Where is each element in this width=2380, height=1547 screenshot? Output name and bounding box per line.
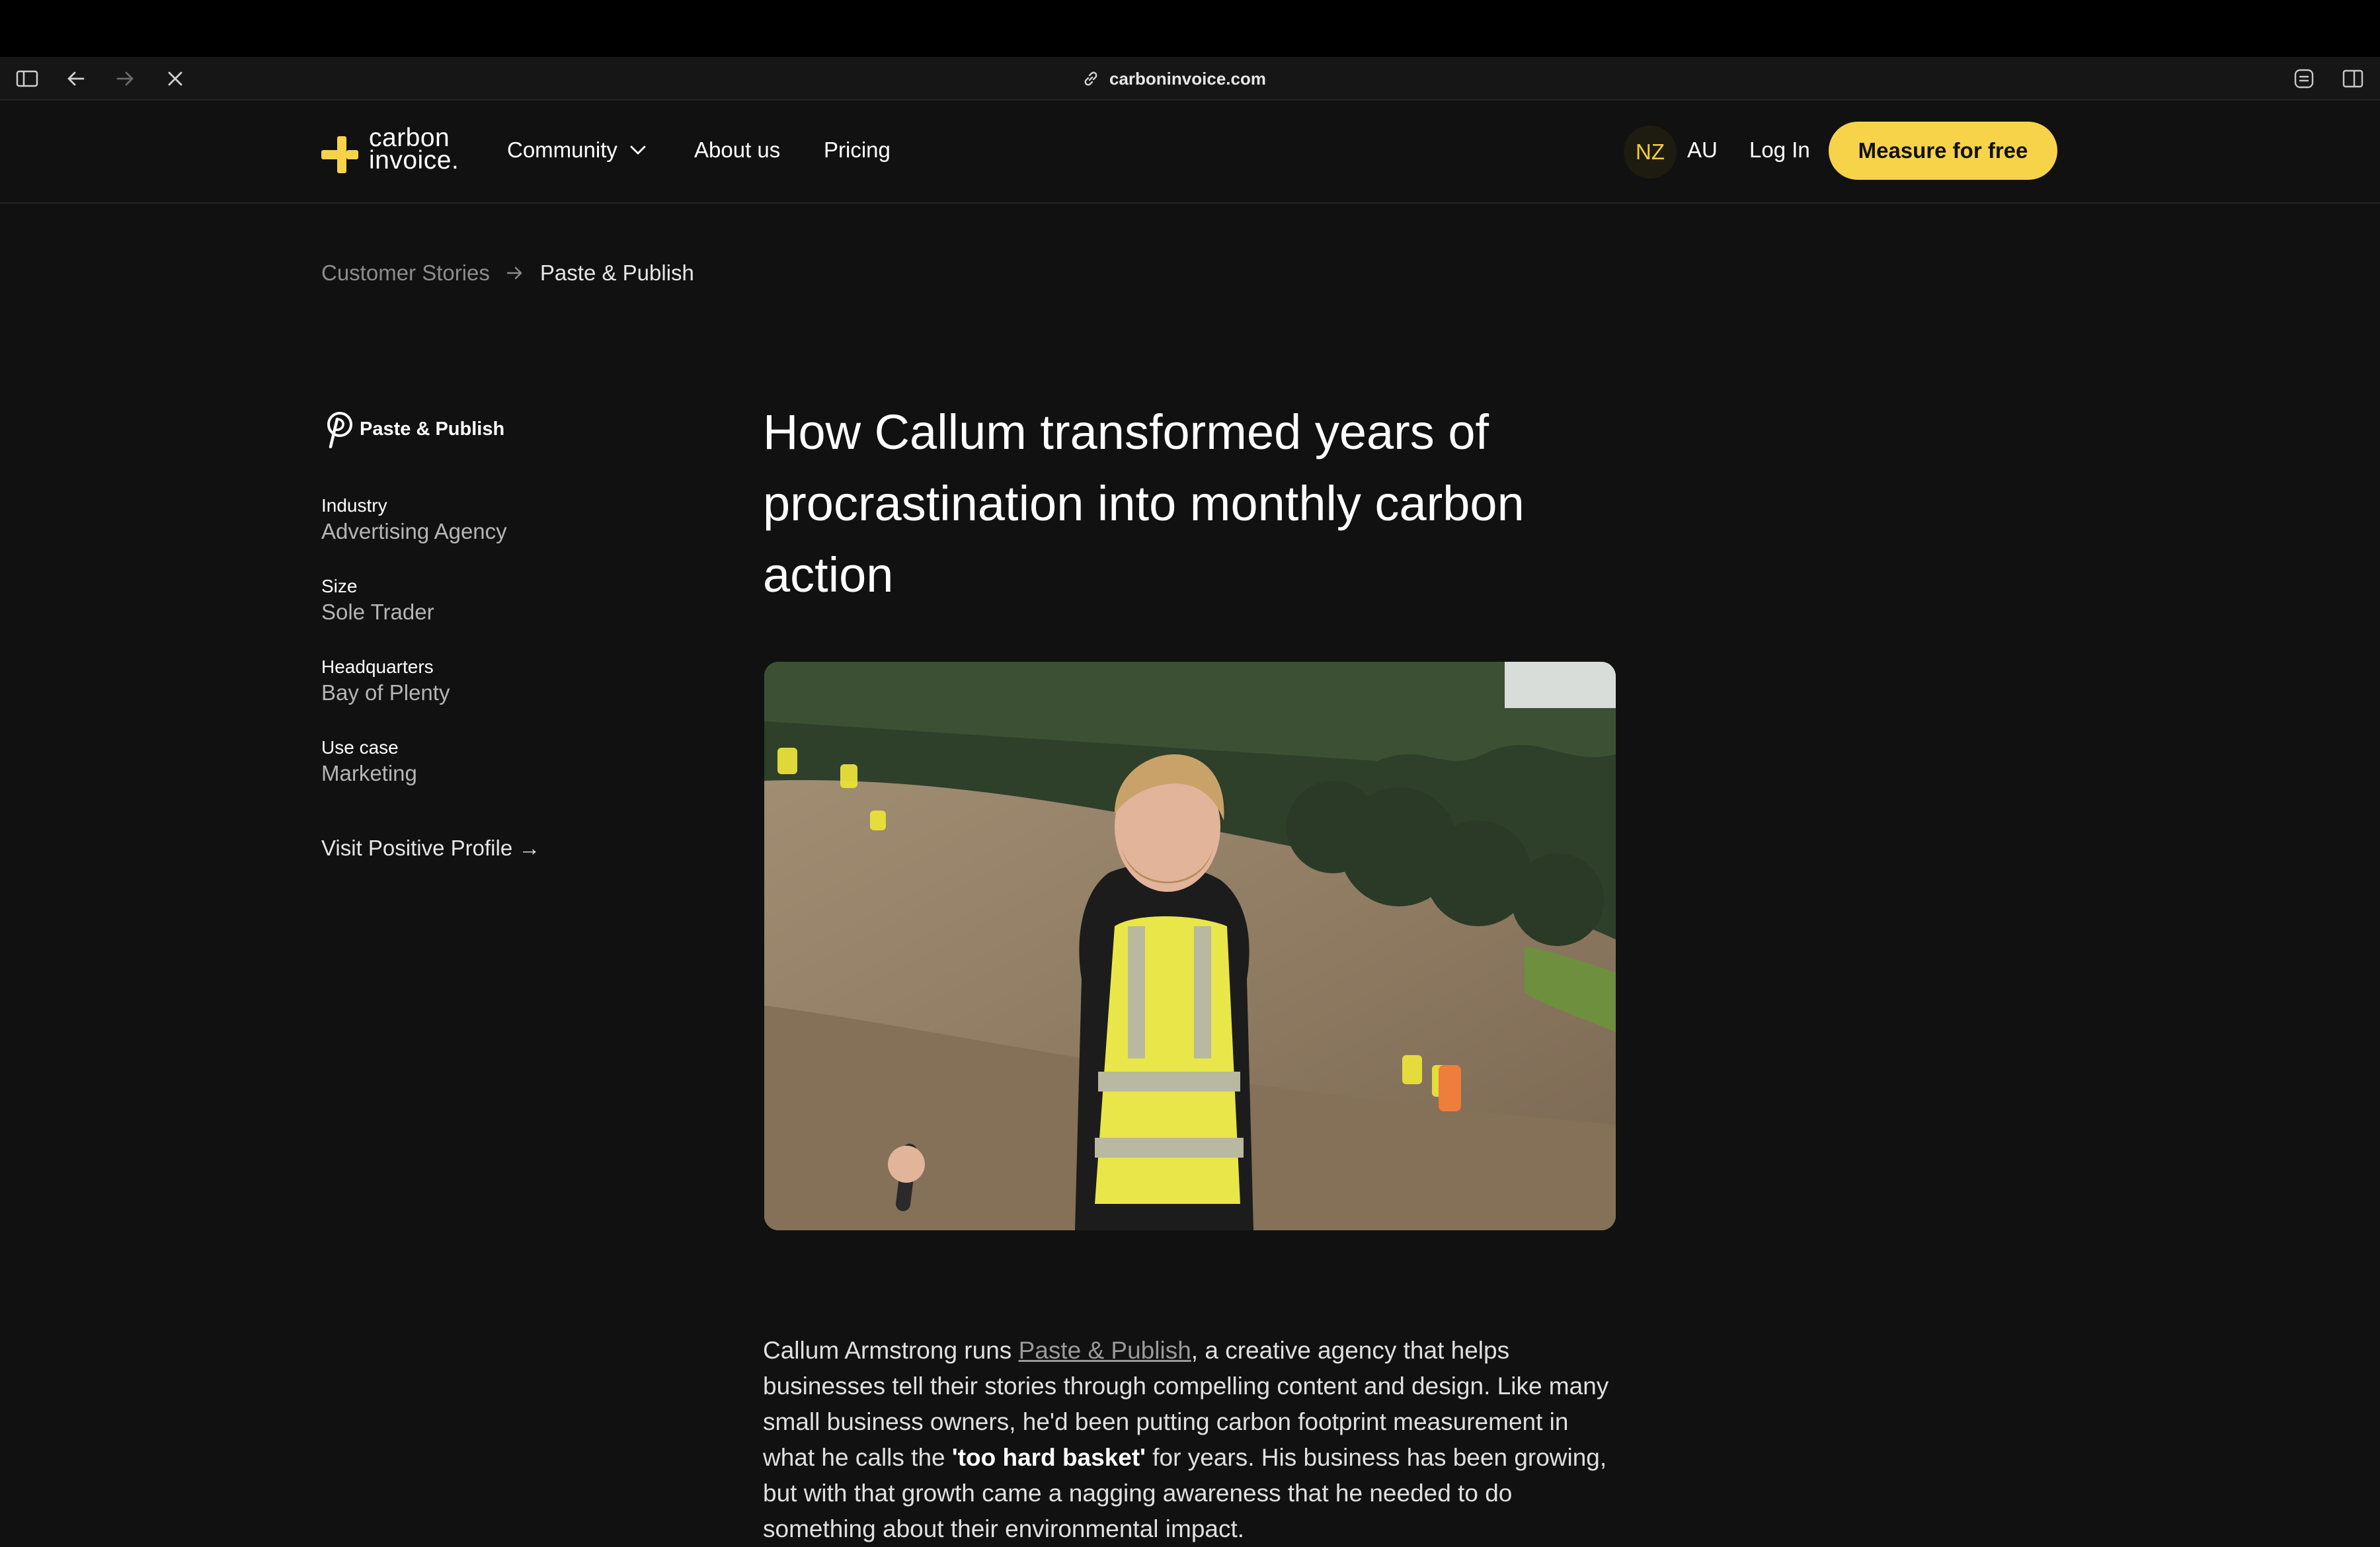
intro-emphasis: 'too hard basket' bbox=[951, 1444, 1146, 1471]
plus-logo-icon bbox=[321, 136, 358, 173]
extension-icon[interactable] bbox=[2290, 65, 2318, 93]
stop-loading-icon[interactable] bbox=[161, 65, 189, 93]
article-title: How Callum transformed years of procrast… bbox=[763, 405, 1525, 602]
carbon-invoice-logo[interactable]: carbon invoice. bbox=[321, 125, 473, 177]
address-bar[interactable]: carboninvoice.com bbox=[1082, 67, 1266, 90]
paste-publish-link[interactable]: Paste & Publish bbox=[1019, 1337, 1191, 1364]
meta-value: Sole Trader bbox=[321, 600, 434, 624]
logo-wordmark: carbon invoice. bbox=[369, 125, 459, 175]
region-au-toggle[interactable]: AU bbox=[1687, 138, 1718, 163]
paste-publish-p-icon bbox=[327, 412, 352, 448]
meta-headquarters: Headquarters Bay of Plenty bbox=[321, 656, 692, 707]
article-intro: Callum Armstrong runs Paste & Publish, a… bbox=[763, 1333, 1622, 1547]
meta-label: Industry bbox=[321, 495, 387, 516]
sidebar-toggle-icon[interactable] bbox=[13, 65, 41, 93]
meta-value: Bay of Plenty bbox=[321, 680, 450, 705]
nav-about-link[interactable]: About us bbox=[694, 138, 780, 163]
measure-for-free-button[interactable]: Measure for free bbox=[1829, 122, 2057, 180]
visit-positive-profile-link[interactable]: Visit Positive Profile → bbox=[321, 836, 540, 861]
company-logo: Paste & Publish bbox=[321, 410, 504, 448]
intro-text-1: Callum Armstrong runs bbox=[763, 1337, 1019, 1364]
logo-line-2: invoice. bbox=[369, 146, 459, 175]
breadcrumb-current: Paste & Publish bbox=[539, 260, 694, 285]
link-icon bbox=[1084, 71, 1097, 86]
meta-size: Size Sole Trader bbox=[321, 575, 692, 627]
meta-label: Size bbox=[321, 576, 358, 596]
window-top-bar bbox=[0, 0, 2380, 57]
login-link[interactable]: Log In bbox=[1749, 138, 1810, 163]
breadcrumb: Customer Stories Paste & Publish bbox=[321, 260, 694, 286]
meta-use-case: Use case Marketing bbox=[321, 736, 692, 788]
split-view-icon[interactable] bbox=[2339, 65, 2367, 93]
breadcrumb-customer-stories[interactable]: Customer Stories bbox=[321, 260, 490, 286]
nav-community-menu[interactable]: Community bbox=[507, 138, 647, 163]
site-header: carbon invoice. Community About us Prici… bbox=[0, 100, 2380, 204]
hero-photo bbox=[764, 662, 1616, 1230]
meta-label: Use case bbox=[321, 737, 399, 758]
meta-industry: Industry Advertising Agency bbox=[321, 495, 692, 546]
company-name: Paste & Publish bbox=[360, 418, 505, 440]
region-nz-toggle[interactable]: NZ bbox=[1624, 126, 1677, 178]
url-text: carboninvoice.com bbox=[1109, 68, 1266, 89]
meta-value: Marketing bbox=[321, 761, 417, 785]
back-arrow-icon[interactable] bbox=[62, 65, 90, 93]
chevron-down-icon bbox=[630, 145, 646, 155]
meta-value: Advertising Agency bbox=[321, 519, 507, 543]
browser-toolbar: carboninvoice.com bbox=[0, 57, 2380, 100]
arrow-right-icon bbox=[506, 266, 522, 280]
nav-pricing-link[interactable]: Pricing bbox=[824, 138, 891, 163]
forward-arrow-icon[interactable] bbox=[111, 65, 139, 93]
nav-community-label: Community bbox=[507, 138, 617, 162]
meta-label: Headquarters bbox=[321, 656, 434, 677]
